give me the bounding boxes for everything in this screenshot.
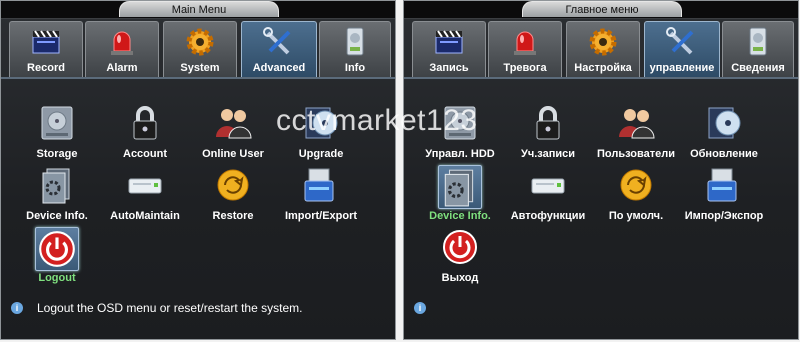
power-icon	[35, 227, 79, 271]
tab-label: Info	[344, 62, 366, 74]
menu-item[interactable]: Выход	[412, 227, 508, 287]
window-title: Main Menu	[119, 1, 279, 17]
tab-4[interactable]: управление	[644, 21, 720, 77]
hard-drive-info-icon	[741, 25, 775, 59]
title-bar: Main Menu	[1, 1, 395, 19]
menu-item-label: Import/Export	[284, 210, 358, 222]
hard-drive-icon	[37, 103, 77, 143]
gear-icon	[586, 25, 620, 59]
menu-item-label: Импор/Экспор	[684, 210, 764, 222]
tab-underline	[404, 77, 798, 79]
tab-5[interactable]: Сведения	[722, 21, 794, 77]
hard-drive-info-icon	[338, 25, 372, 59]
tab-3[interactable]: Настройка	[566, 21, 640, 77]
alarm-siren-icon	[508, 25, 542, 59]
info-icon: i	[11, 302, 23, 314]
tab-label: Запись	[429, 62, 469, 74]
tab-1[interactable]: Record	[9, 21, 83, 77]
menu-item-label: Обновление	[690, 148, 758, 160]
tab-2[interactable]: Alarm	[85, 21, 159, 77]
watermark-text: cctvmarket123	[276, 104, 478, 137]
menu-item[interactable]: Обновление	[676, 103, 772, 163]
tab-5[interactable]: Info	[319, 21, 391, 77]
tab-underline	[1, 77, 395, 79]
lock-icon	[528, 103, 568, 143]
tab-4[interactable]: Advanced	[241, 21, 317, 77]
tab-label: Настройка	[574, 62, 632, 74]
tab-label: Тревога	[503, 62, 547, 74]
menu-item[interactable]: Logout	[9, 227, 105, 287]
wrench-screwdriver-icon	[665, 25, 699, 59]
usb-drive-icon	[301, 165, 341, 205]
maintenance-device-icon	[125, 165, 165, 205]
tab-label: управление	[649, 62, 715, 74]
tab-label: Сведения	[731, 62, 785, 74]
menu-tabs: Record Alarm System Advanced Info	[1, 21, 395, 77]
restore-arrows-icon	[616, 165, 656, 205]
clapperboard-icon	[432, 25, 466, 59]
tab-label: Record	[27, 62, 65, 74]
alarm-siren-icon	[105, 25, 139, 59]
tab-1[interactable]: Запись	[412, 21, 486, 77]
menu-item-label: Upgrade	[298, 148, 344, 160]
title-bar: Главное меню	[404, 1, 798, 19]
menu-item-label: Logout	[38, 272, 76, 284]
status-bar: i Logout the OSD menu or reset/restart th…	[1, 299, 395, 321]
gear-icon	[183, 25, 217, 59]
menu-item[interactable]: Импор/Экспор	[676, 165, 772, 225]
maintenance-device-icon	[528, 165, 568, 205]
status-text: Logout the OSD menu or reset/restart the…	[37, 301, 303, 315]
usb-drive-icon	[704, 165, 744, 205]
menu-item-label: Выход	[441, 272, 479, 284]
users-icon	[616, 103, 656, 143]
tab-2[interactable]: Тревога	[488, 21, 562, 77]
tab-label: Alarm	[106, 62, 138, 74]
lock-icon	[125, 103, 165, 143]
device-info-icon	[37, 165, 77, 205]
users-icon	[213, 103, 253, 143]
info-icon: i	[414, 302, 426, 314]
window-title: Главное меню	[522, 1, 682, 17]
main-menu-panel-english: Main Menu Record Alarm System Advanced Info St…	[0, 0, 396, 340]
restore-arrows-icon	[213, 165, 253, 205]
main-menu-panel-russian: Главное меню Запись Тревога Настройка управл…	[403, 0, 799, 340]
menu-item[interactable]: Import/Export	[273, 165, 369, 225]
device-info-icon	[438, 165, 482, 209]
status-bar: i	[404, 299, 798, 321]
clapperboard-icon	[29, 25, 63, 59]
tab-label: Advanced	[252, 62, 306, 74]
tab-label: System	[180, 62, 220, 74]
tab-3[interactable]: System	[163, 21, 237, 77]
disc-upgrade-icon	[704, 103, 744, 143]
menu-tabs: Запись Тревога Настройка управление Сведения	[404, 21, 798, 77]
wrench-screwdriver-icon	[262, 25, 296, 59]
power-icon	[440, 227, 480, 267]
